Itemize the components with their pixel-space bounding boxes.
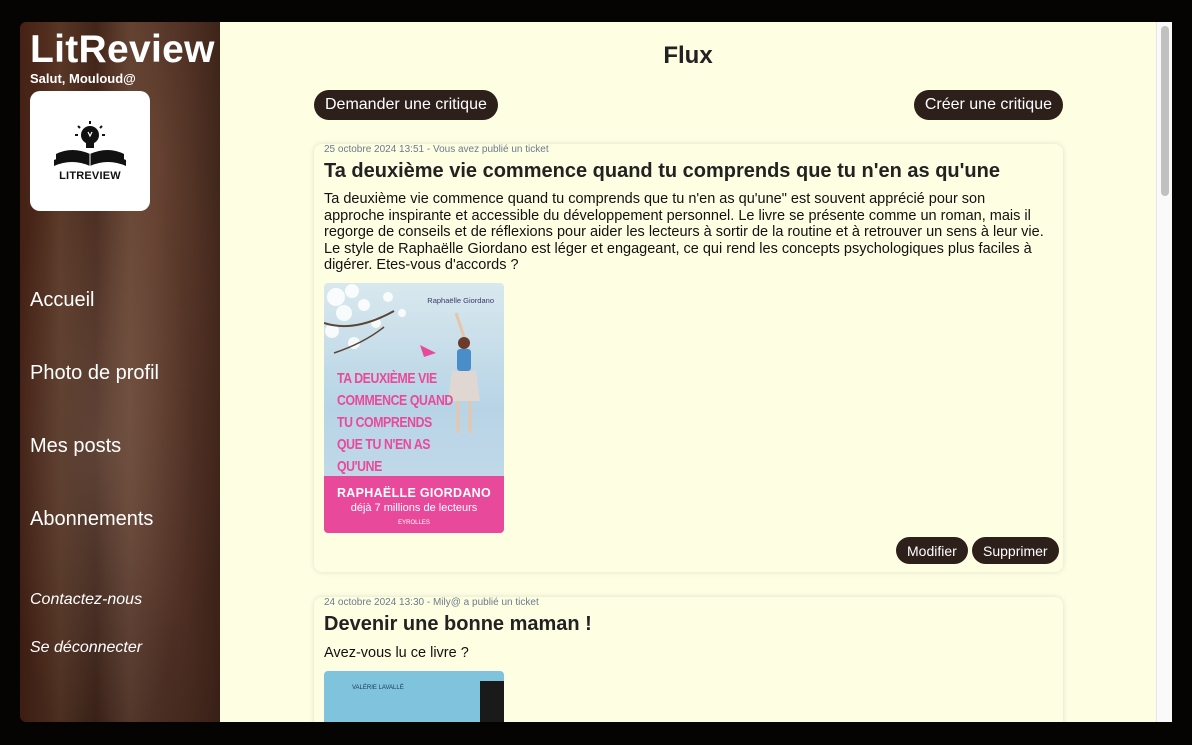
book-cover-image: Raphaëlle Giordano TA DEUXIÈME VIE COMME… bbox=[324, 283, 504, 533]
feed-main: Flux Demander une critique Créer une cri… bbox=[220, 22, 1172, 722]
edit-post-button[interactable]: Modifier bbox=[896, 537, 968, 564]
post-body: Ta deuxième vie commence quand tu compre… bbox=[324, 191, 1044, 274]
brand-title[interactable]: LitReview bbox=[30, 28, 215, 72]
delete-post-button[interactable]: Supprimer bbox=[972, 537, 1059, 564]
post-card: 25 octobre 2024 13:51 - Vous avez publié… bbox=[314, 144, 1063, 572]
vertical-scrollbar[interactable] bbox=[1156, 22, 1172, 722]
post-body: Avez-vous lu ce livre ? bbox=[324, 645, 469, 661]
cover-title-line: COMMENCE QUAND bbox=[337, 392, 453, 409]
nav-mes-posts[interactable]: Mes posts bbox=[30, 435, 121, 458]
cover-title-line: QUE TU N'EN AS bbox=[337, 436, 431, 453]
nav-accueil[interactable]: Accueil bbox=[30, 289, 94, 312]
cover-author-band: RAPHAËLLE GIORDANO bbox=[336, 486, 491, 500]
post-title: Devenir une bonne maman ! bbox=[324, 613, 592, 635]
user-greeting: Salut, Mouloud@ bbox=[30, 71, 136, 86]
cover-art-dark-corner bbox=[480, 681, 504, 722]
cover-readers: déjà 7 millions de lecteurs bbox=[350, 502, 478, 514]
nav-abonnements[interactable]: Abonnements bbox=[30, 508, 153, 531]
nav-se-deconnecter[interactable]: Se déconnecter bbox=[30, 639, 142, 657]
cover-author-top: Raphaëlle Giordano bbox=[427, 296, 494, 305]
logo-text: LITREVIEW bbox=[59, 170, 121, 182]
post-meta: 24 octobre 2024 13:30 - Mily@ a publié u… bbox=[324, 597, 539, 608]
cover-author-top: VALÉRIE LAVALLÉ bbox=[352, 685, 404, 691]
cover-publisher: EYROLLES bbox=[398, 520, 430, 526]
scrollbar-thumb[interactable] bbox=[1161, 26, 1169, 196]
create-review-button[interactable]: Créer une critique bbox=[913, 90, 1063, 120]
book-lightbulb-icon bbox=[54, 121, 126, 166]
post-card: 24 octobre 2024 13:30 - Mily@ a publié u… bbox=[314, 597, 1063, 722]
page-title: Flux bbox=[663, 42, 713, 69]
book-cover-image: VALÉRIE LAVALLÉ bbox=[324, 671, 504, 722]
cover-title-line: TU COMPRENDS bbox=[337, 414, 432, 431]
profile-logo: LITREVIEW bbox=[30, 91, 150, 211]
post-title: Ta deuxième vie commence quand tu compre… bbox=[324, 160, 1000, 182]
cover-title: TA DEUXIÈME VIE COMMENCE QUAND TU COMPRE… bbox=[337, 368, 453, 478]
cover-pink-band: RAPHAËLLE GIORDANO déjà 7 millions de le… bbox=[324, 476, 504, 533]
post-meta: 25 octobre 2024 13:51 - Vous avez publié… bbox=[324, 144, 549, 155]
cover-title-line: QU'UNE bbox=[337, 458, 382, 475]
request-review-button[interactable]: Demander une critique bbox=[314, 90, 498, 120]
nav-contactez-nous[interactable]: Contactez-nous bbox=[30, 591, 142, 609]
sidebar: LitReview Salut, Mouloud@ LITREVIEW Accu… bbox=[20, 22, 220, 722]
nav-photo-de-profil[interactable]: Photo de profil bbox=[30, 362, 159, 385]
cover-title-line: TA DEUXIÈME VIE bbox=[337, 370, 437, 387]
